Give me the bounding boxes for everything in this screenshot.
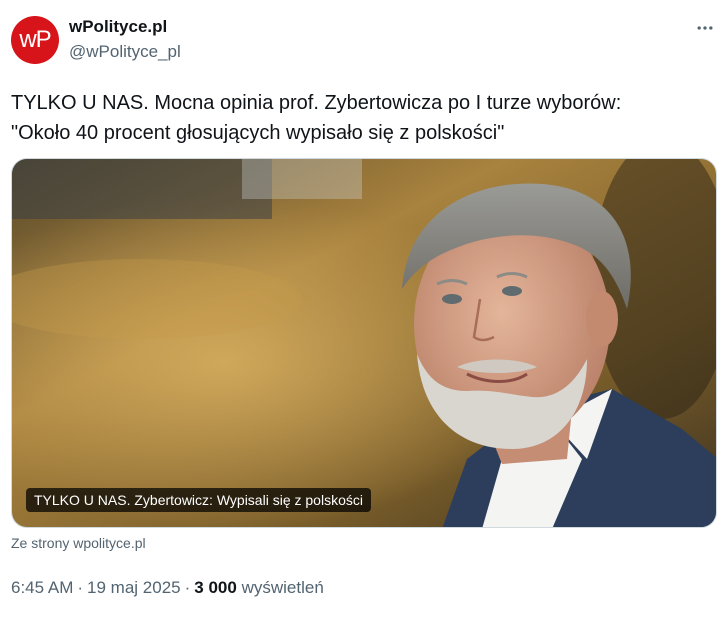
meta-separator: · [184, 578, 191, 597]
tweet-meta: 6:45 AM · 19 maj 2025 · 3 000 wyświetleń [11, 578, 324, 598]
portrait-photo [12, 159, 716, 527]
more-options-button[interactable] [690, 13, 720, 43]
author-handle[interactable]: @wPolityce_pl [69, 42, 181, 62]
meta-separator: · [77, 578, 84, 597]
card-source-link[interactable]: Ze strony wpolityce.pl [11, 535, 146, 551]
views-label: wyświetleń [241, 578, 324, 597]
more-horizontal-icon [697, 26, 713, 30]
avatar-logo-text: wP [19, 26, 51, 53]
tweet-time[interactable]: 6:45 AM [11, 578, 73, 597]
card-caption[interactable]: TYLKO U NAS. Zybertowicz: Wypisali się z… [26, 488, 371, 512]
tweet-date[interactable]: 19 maj 2025 [87, 578, 181, 597]
views-count: 3 000 [194, 578, 237, 597]
author-display-name[interactable]: wPolityce.pl [69, 17, 167, 37]
link-card-image[interactable] [11, 158, 717, 528]
avatar[interactable]: wP [11, 16, 59, 64]
tweet-text: TYLKO U NAS. Mocna opinia prof. Zybertow… [11, 92, 622, 144]
